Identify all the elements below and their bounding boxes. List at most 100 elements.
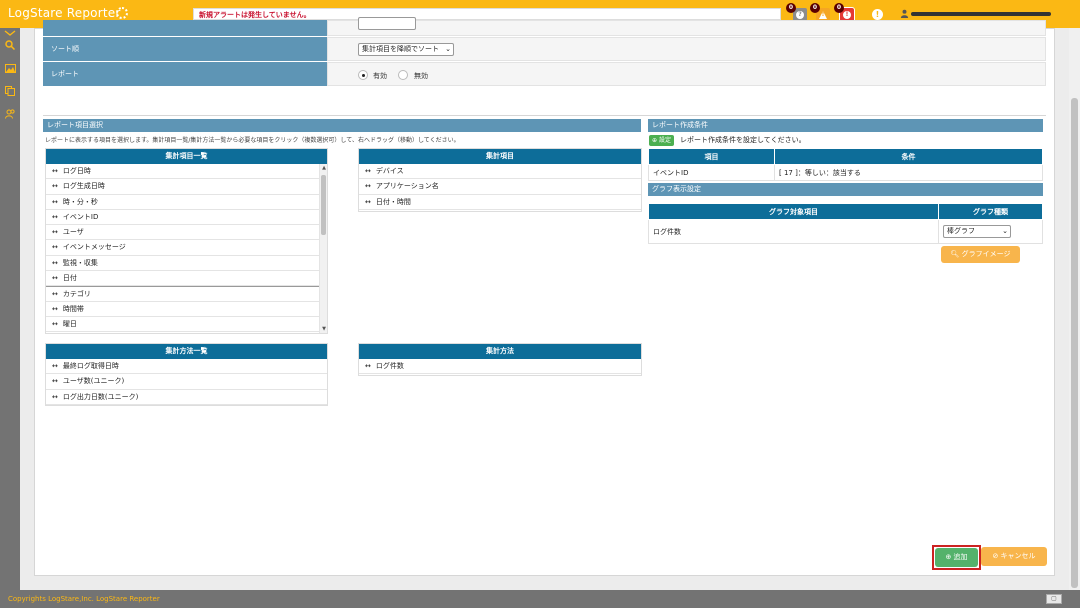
cancel-icon: ⊘: [992, 552, 999, 560]
loading-icon: [116, 7, 128, 19]
alert-bar: 新規アラートは発生していません。: [193, 8, 781, 20]
conditions-hint: レポート作成条件を設定してください。: [680, 136, 806, 144]
list-item[interactable]: ↔ アプリケーション名: [359, 179, 641, 195]
report-image-icon[interactable]: [3, 64, 17, 78]
table-row[interactable]: イベントID [ 17 ]：等しい：該当する: [648, 164, 1043, 181]
list-item[interactable]: ↔ 最終ログ取得日時: [46, 359, 327, 375]
drag-arrow-icon: ↔: [365, 197, 371, 206]
left-sidebar: [0, 28, 20, 590]
drag-arrow-icon: ↔: [52, 290, 58, 299]
conditions-table: 項目 条件 イベントID [ 17 ]：等しい：該当する: [648, 148, 1043, 181]
sort-row: ソート順 集計項目を降順でソート ⌄: [43, 37, 1046, 62]
list-item[interactable]: ↔ ユーザ数(ユニーク): [46, 374, 327, 390]
list-item[interactable]: ↔ ログ日時: [46, 164, 319, 180]
settings-row-top-value: [327, 17, 1046, 36]
drag-arrow-icon: ↔: [52, 304, 58, 313]
page-scroll-thumb[interactable]: [1071, 98, 1078, 588]
available-items-header: 集計項目一覧: [46, 149, 327, 164]
plus-circle-icon: ⊕: [945, 553, 952, 561]
warning-badge-count: 0: [810, 3, 820, 13]
list-item[interactable]: ↔ 曜日: [46, 317, 319, 333]
sort-label: ソート順: [43, 37, 327, 61]
report-disabled-label: 無効: [414, 72, 428, 80]
list-item[interactable]: ↔ カテゴリ: [46, 286, 319, 302]
footer: Copyrights LogStare,Inc. LogStare Report…: [0, 590, 1080, 608]
selected-items-header: 集計項目: [359, 149, 641, 164]
report-value-cell: 有効 無効: [327, 62, 1046, 86]
report-items-header: レポート項目選択: [43, 119, 641, 132]
conditions-col-item: 項目: [648, 148, 775, 165]
help-icon[interactable]: !: [872, 9, 883, 20]
graph-col-type: グラフ種類: [938, 203, 1043, 220]
list-item[interactable]: ↔ イベントメッセージ: [46, 240, 319, 256]
available-items-list: 集計項目一覧 ↔ ログ日時 ↔ ログ生成日時 ↔ 時・分・秒 ↔ イベントID ↔ ユーザ…: [45, 148, 328, 334]
alert-message: 新規アラートは発生していません。: [199, 11, 311, 19]
search-icon[interactable]: [3, 40, 17, 54]
methods-list: 集計方法一覧 ↔ 最終ログ取得日時 ↔ ユーザ数(ユニーク) ↔ ログ出力日数(ユニー…: [45, 343, 328, 406]
drag-arrow-icon: ↔: [52, 258, 58, 267]
footer-copyright: Copyrights LogStare,Inc. LogStare Report…: [8, 595, 160, 603]
drag-arrow-icon: ↔: [52, 228, 58, 237]
info-badge-count: 0: [786, 3, 796, 13]
list-item[interactable]: ↔ 時間帯: [46, 302, 319, 317]
list-item[interactable]: ↔ 監視・収集: [46, 256, 319, 272]
footer-window-icon[interactable]: ▢: [1046, 594, 1062, 604]
question-icon: ?: [796, 11, 804, 19]
graph-type-select[interactable]: 棒グラフ ⌄: [943, 225, 1011, 238]
search-icon: 🔍︎: [950, 250, 960, 258]
graph-col-target: グラフ対象項目: [648, 203, 939, 220]
cancel-button[interactable]: ⊘ キャンセル: [981, 547, 1047, 566]
list-item[interactable]: ↔ ユーザ: [46, 225, 319, 241]
drag-arrow-icon: ↔: [52, 274, 58, 283]
graph-type-cell: 棒グラフ ⌄: [938, 219, 1043, 244]
list-item[interactable]: ↔ デバイス: [359, 164, 641, 180]
scroll-down-icon[interactable]: ▼: [320, 326, 328, 332]
report-disabled-radio[interactable]: [398, 70, 408, 80]
available-list-scrollbar[interactable]: ▲ ▼: [319, 164, 327, 333]
main-panel: ソート順 集計項目を降順でソート ⌄ レポート 有効 無効 レポート項目選択 レ…: [34, 17, 1055, 576]
scroll-up-icon[interactable]: ▲: [320, 165, 328, 171]
page-scrollbar[interactable]: [1069, 28, 1080, 590]
drag-arrow-icon: ↔: [52, 243, 58, 252]
top-select[interactable]: [358, 17, 416, 30]
drag-arrow-icon: ↔: [52, 319, 58, 328]
list-item[interactable]: ↔ 日付: [46, 271, 319, 287]
sort-order-select[interactable]: 集計項目を降順でソート ⌄: [358, 43, 454, 56]
condition-item-cell: イベントID: [648, 164, 775, 181]
chevron-down-icon: ⌄: [445, 45, 451, 53]
list-item[interactable]: ↔ ログ生成日時: [46, 179, 319, 195]
set-conditions-button[interactable]: ⊕ 設定: [649, 135, 674, 146]
users-icon[interactable]: [3, 109, 17, 123]
methods-header: 集計方法一覧: [46, 344, 327, 359]
user-name-redacted[interactable]: [911, 12, 1051, 16]
error-badge-count: 0: [834, 3, 844, 13]
add-button[interactable]: ⊕ 追加: [935, 548, 978, 567]
report-enabled-radio[interactable]: [358, 70, 368, 80]
condition-value-cell: [ 17 ]：等しい：該当する: [774, 164, 1043, 181]
table-row[interactable]: ログ件数 棒グラフ ⌄: [648, 219, 1043, 244]
app-title: LogStare Reporter: [8, 6, 121, 20]
graph-settings-header: グラフ表示設定: [648, 183, 1043, 196]
list-item[interactable]: ↔ ログ出力日数(ユニーク): [46, 390, 327, 405]
drag-arrow-icon: ↔: [52, 377, 58, 386]
graph-image-button[interactable]: 🔍︎ グラフイメージ: [941, 246, 1020, 263]
conditions-header: レポート作成条件: [648, 119, 1043, 132]
expand-icon[interactable]: [3, 27, 17, 41]
list-item[interactable]: ↔ 時・分・秒: [46, 195, 319, 210]
drag-arrow-icon: ↔: [52, 362, 58, 370]
drag-arrow-icon: ↔: [52, 197, 58, 206]
available-list-scroll-thumb[interactable]: [321, 175, 326, 235]
graph-table: グラフ対象項目 グラフ種類 ログ件数 棒グラフ ⌄: [648, 203, 1043, 244]
list-item[interactable]: ↔ イベントID: [46, 210, 319, 226]
sort-order-value: 集計項目を降順でソート: [362, 45, 439, 53]
chevron-down-icon: ⌄: [1002, 227, 1008, 235]
available-items-body: ↔ ログ日時 ↔ ログ生成日時 ↔ 時・分・秒 ↔ イベントID ↔ ユーザ ↔ イベントメ…: [46, 164, 319, 333]
list-item[interactable]: ↔ ログ件数: [359, 359, 641, 375]
sort-value-cell: 集計項目を降順でソート ⌄: [327, 37, 1046, 61]
warning-icon: !: [819, 11, 827, 19]
conditions-col-condition: 条件: [774, 148, 1043, 165]
list-item[interactable]: ↔ 日付・時間: [359, 195, 641, 210]
copy-icon[interactable]: [3, 86, 17, 100]
drag-arrow-icon: ↔: [52, 392, 58, 401]
drag-arrow-icon: ↔: [52, 182, 58, 191]
